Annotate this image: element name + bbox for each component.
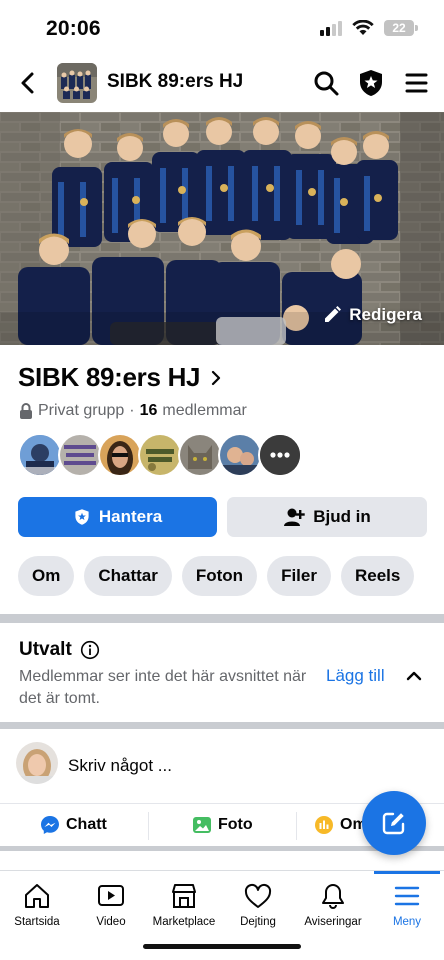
wifi-icon xyxy=(352,20,374,35)
section-divider xyxy=(0,614,444,623)
battery-level: 22 xyxy=(392,21,406,35)
featured-description: Medlemmar ser inte det här avsnittet när… xyxy=(19,668,307,707)
avatar[interactable] xyxy=(98,433,142,477)
group-thumbnail[interactable] xyxy=(57,63,97,103)
composer-avatar[interactable] xyxy=(16,742,58,784)
member-label: medlemmar xyxy=(162,402,247,419)
video-icon xyxy=(98,885,124,906)
manage-label: Hantera xyxy=(98,507,163,526)
home-icon xyxy=(25,884,49,908)
shield-star-icon xyxy=(75,509,89,525)
menu-icon xyxy=(394,886,420,906)
photo-action-label: Foto xyxy=(218,816,253,833)
photo-action-button[interactable]: Foto xyxy=(192,804,253,846)
compose-fab[interactable] xyxy=(362,791,426,855)
member-avatars[interactable] xyxy=(18,433,302,477)
group-name: SIBK 89:ers HJ xyxy=(18,362,201,392)
section-divider xyxy=(0,722,444,729)
privacy-row: Privat grupp · 16 medlemmar xyxy=(19,402,247,420)
compose-icon xyxy=(382,812,405,835)
group-name-row[interactable]: SIBK 89:ers HJ xyxy=(18,362,222,393)
edit-cover-label: Redigera xyxy=(349,305,422,324)
privacy-separator: · xyxy=(129,402,135,419)
featured-add-link[interactable]: Lägg till xyxy=(326,666,385,686)
nav-video[interactable]: Video xyxy=(74,881,148,928)
invite-button[interactable]: Bjud in xyxy=(227,497,427,537)
status-icons: 22 xyxy=(320,20,418,36)
featured-title: Utvalt xyxy=(19,639,72,660)
nav-video-label: Video xyxy=(96,916,126,928)
tab-about[interactable]: Om xyxy=(18,556,75,596)
add-person-icon xyxy=(284,508,305,526)
active-tab-indicator xyxy=(374,871,440,874)
info-icon[interactable] xyxy=(80,640,100,660)
nav-notifications[interactable]: Aviseringar xyxy=(296,881,370,928)
avatar[interactable] xyxy=(58,433,102,477)
chevron-up-icon[interactable] xyxy=(404,666,424,686)
nav-menu-label: Meny xyxy=(392,916,422,928)
nav-marketplace[interactable]: Marketplace xyxy=(147,881,221,928)
nav-dating[interactable]: Dejting xyxy=(221,881,295,928)
dating-heart-icon xyxy=(244,883,272,908)
poll-icon xyxy=(315,816,333,834)
nav-dating-label: Dejting xyxy=(240,916,276,928)
chevron-right-icon xyxy=(212,370,221,385)
battery-icon: 22 xyxy=(384,20,418,36)
photo-icon xyxy=(193,817,211,833)
status-time: 20:06 xyxy=(46,17,101,40)
top-navigation: SIBK 89:ers HJ xyxy=(0,56,444,110)
member-count: 16 xyxy=(139,402,158,419)
action-divider xyxy=(296,812,297,840)
tab-chats[interactable]: Chattar xyxy=(84,556,172,596)
nav-notifications-label: Aviseringar xyxy=(304,916,362,928)
avatar[interactable] xyxy=(218,433,262,477)
edit-cover-button[interactable]: Redigera xyxy=(322,305,422,325)
messenger-icon xyxy=(41,816,59,834)
nav-home[interactable]: Startsida xyxy=(0,881,74,928)
nav-home-label: Startsida xyxy=(14,916,60,928)
chat-action-button[interactable]: Chatt xyxy=(40,804,107,846)
menu-icon[interactable] xyxy=(402,68,432,98)
avatar[interactable] xyxy=(138,433,182,477)
nav-group-title[interactable]: SIBK 89:ers HJ xyxy=(107,71,243,93)
featured-header: Utvalt xyxy=(19,639,100,661)
marketplace-icon xyxy=(172,884,196,908)
group-tabs: Om Chattar Foton Filer Reels xyxy=(18,556,415,596)
invite-label: Bjud in xyxy=(313,507,371,526)
admin-shield-icon[interactable] xyxy=(356,68,386,98)
tab-files[interactable]: Filer xyxy=(267,556,331,596)
pencil-icon xyxy=(325,306,342,322)
avatar[interactable] xyxy=(178,433,222,477)
bell-icon xyxy=(322,884,344,909)
poll-action-button[interactable]: Om xyxy=(314,804,367,846)
status-bar: 20:06 22 xyxy=(0,0,444,56)
action-divider xyxy=(148,812,149,840)
home-indicator xyxy=(143,944,301,949)
manage-button[interactable]: Hantera xyxy=(18,497,217,537)
search-icon[interactable] xyxy=(311,68,341,98)
avatar[interactable] xyxy=(18,433,62,477)
lock-icon xyxy=(20,403,32,419)
chat-action-label: Chatt xyxy=(66,816,107,833)
composer-input[interactable]: Skriv något ... xyxy=(68,756,172,776)
nav-marketplace-label: Marketplace xyxy=(152,916,216,928)
avatar-more[interactable] xyxy=(258,433,302,477)
back-icon[interactable] xyxy=(14,68,44,98)
tab-photos[interactable]: Foton xyxy=(181,556,258,596)
tab-reels[interactable]: Reels xyxy=(340,556,415,596)
signal-icon xyxy=(320,20,342,36)
privacy-label: Privat grupp xyxy=(38,402,125,419)
nav-menu[interactable]: Meny xyxy=(370,881,444,928)
